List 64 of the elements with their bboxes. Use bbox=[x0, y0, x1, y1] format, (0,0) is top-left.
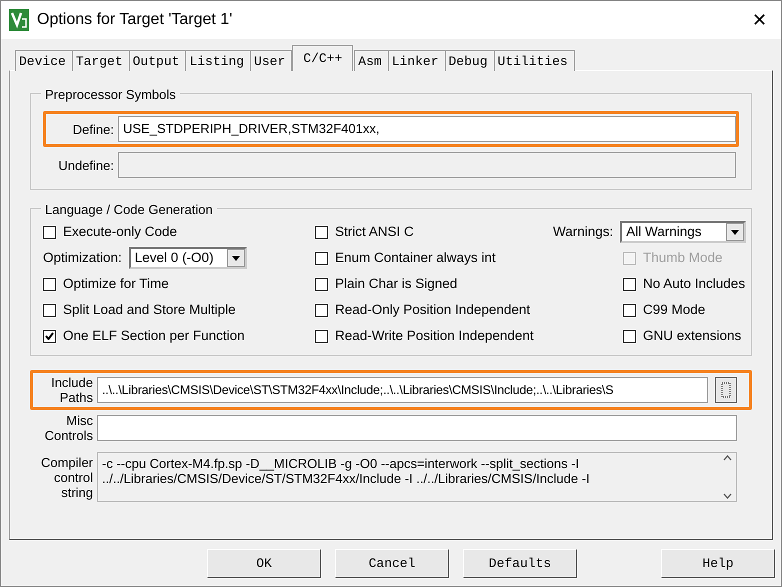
checkbox-label: GNU extensions bbox=[643, 326, 742, 345]
checkbox-label: No Auto Includes bbox=[643, 274, 746, 293]
app-logo-icon bbox=[9, 9, 29, 31]
scroll-down-icon bbox=[722, 493, 732, 499]
dropdown[interactable]: All Warnings bbox=[620, 221, 746, 243]
field-label: Misc Controls bbox=[44, 413, 93, 443]
checkbox[interactable] bbox=[43, 278, 56, 290]
text-line: ../../Libraries/CMSIS/Device/ST/STM32F4xx/Include -I ../../Libraries/CMSIS/Include -I bbox=[102, 471, 591, 486]
browse-button[interactable] bbox=[715, 377, 737, 403]
tab[interactable]: Listing bbox=[185, 50, 252, 71]
field-label: Undefine: bbox=[57, 158, 114, 172]
checkbox[interactable] bbox=[315, 304, 328, 316]
checkbox[interactable] bbox=[315, 278, 328, 290]
checkbox-label: Plain Char is Signed bbox=[335, 274, 458, 293]
checkbox-label: Thumb Mode bbox=[643, 248, 723, 267]
checkmark-icon bbox=[45, 332, 54, 340]
field-label: Optimization: bbox=[43, 248, 122, 267]
tab[interactable]: Device bbox=[15, 50, 73, 71]
dotted-frame-icon bbox=[721, 382, 731, 398]
tab[interactable]: User bbox=[250, 50, 292, 71]
checkbox[interactable] bbox=[43, 226, 56, 238]
tab[interactable]: Target bbox=[72, 50, 130, 71]
tab[interactable]: Output bbox=[128, 50, 186, 71]
checkbox-label: Strict ANSI C bbox=[335, 222, 414, 241]
field-label: Compiler control string bbox=[40, 454, 93, 500]
input-field[interactable]: USE_STDPERIPH_DRIVER,STM32F401xx, bbox=[118, 116, 736, 142]
text-area[interactable]: -c --cpu Cortex-M4.fp.sp -D__MICROLIB -g -O0 --apcs=interwork --split_sections -I ../../Libraries/CMSIS/Device/ST/STM32F4xx/Include -I ../../Libraries/CMSIS/Include -I bbox=[97, 452, 737, 502]
checkbox[interactable] bbox=[315, 226, 328, 238]
tab[interactable]: Debug bbox=[444, 50, 495, 71]
scroll-up-icon bbox=[722, 455, 732, 461]
text-line: -c --cpu Cortex-M4.fp.sp -D__MICROLIB -g -O0 --apcs=interwork --split_sections -I bbox=[102, 456, 580, 471]
dialog-button[interactable]: OK bbox=[207, 549, 321, 578]
checkbox[interactable] bbox=[315, 330, 328, 342]
field-label: Define: bbox=[72, 122, 114, 136]
dropdown-arrow-icon bbox=[731, 230, 740, 234]
checkbox[interactable] bbox=[43, 330, 56, 342]
close-button[interactable]: ✕ bbox=[746, 6, 773, 34]
input-field[interactable] bbox=[97, 415, 737, 441]
checkbox[interactable] bbox=[623, 278, 636, 290]
tab[interactable]: Linker bbox=[388, 50, 446, 71]
window-title: Options for Target 'Target 1' bbox=[37, 10, 234, 30]
checkbox-label: Execute-only Code bbox=[63, 222, 178, 241]
checkbox-label: C99 Mode bbox=[643, 300, 706, 319]
checkbox-label: Enum Container always int bbox=[335, 248, 496, 267]
field-label: Include Paths bbox=[50, 375, 93, 405]
input-field[interactable]: ..\..\Libraries\CMSIS\Device\ST\STM32F4xx\Include;..\..\Libraries\CMSIS\Include;..\..\Libraries\S bbox=[97, 377, 708, 403]
tab[interactable]: Utilities bbox=[494, 50, 575, 71]
checkbox-label: Optimize for Time bbox=[63, 274, 169, 293]
dialog-button[interactable]: Cancel bbox=[335, 549, 449, 578]
checkbox-label: Read-Write Position Independent bbox=[335, 326, 534, 345]
dialog-button[interactable]: Defaults bbox=[463, 549, 577, 578]
dropdown[interactable]: Level 0 (-O0) bbox=[128, 247, 247, 269]
checkbox-label: Split Load and Store Multiple bbox=[63, 300, 236, 319]
checkbox[interactable] bbox=[623, 304, 636, 316]
checkbox-label: One ELF Section per Function bbox=[63, 326, 245, 345]
checkbox[interactable] bbox=[623, 330, 636, 342]
dropdown-arrow-icon bbox=[232, 256, 240, 260]
checkbox[interactable] bbox=[43, 304, 56, 316]
tab[interactable]: Asm bbox=[354, 50, 389, 71]
field-label: Warnings: bbox=[553, 222, 614, 241]
tab[interactable]: C/C++ bbox=[292, 45, 354, 71]
checkbox-label: Read-Only Position Independent bbox=[335, 300, 530, 319]
checkbox[interactable] bbox=[315, 252, 328, 264]
dialog-button[interactable]: Help bbox=[661, 549, 775, 578]
